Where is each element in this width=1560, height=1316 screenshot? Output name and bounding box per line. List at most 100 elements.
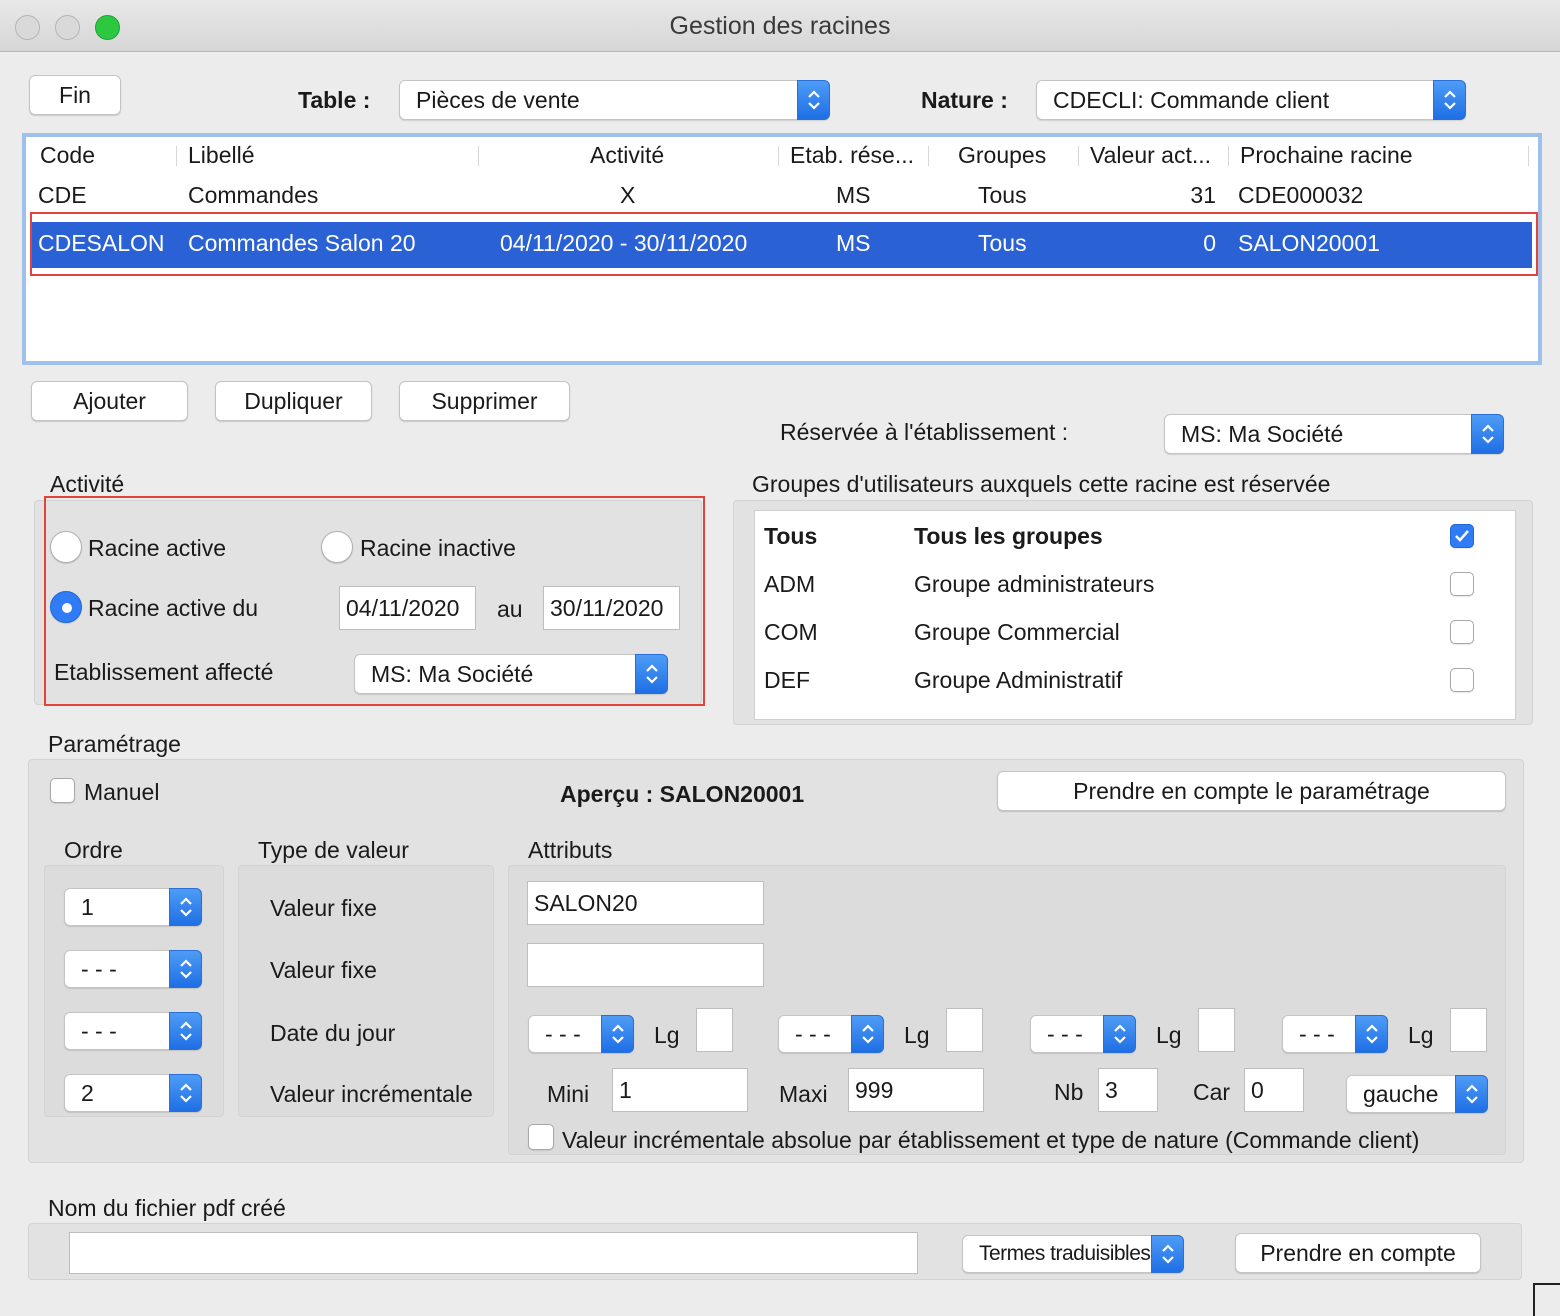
stepper-arrows-icon: [601, 1015, 634, 1053]
groupe-code: COM: [764, 619, 818, 645]
date-format-select-3[interactable]: - - -: [1030, 1015, 1136, 1053]
type-title: Type de valeur: [258, 837, 409, 863]
groupe-code: ADM: [764, 571, 816, 597]
prendre-parametrage-button[interactable]: Prendre en compte le paramétrage: [997, 771, 1506, 811]
nature-select[interactable]: CDECLI: Commande client: [1036, 80, 1466, 120]
date-format-value: - - -: [1047, 1020, 1083, 1047]
date-format-select-2[interactable]: - - -: [778, 1015, 884, 1053]
stepper-arrows-icon: [1103, 1015, 1136, 1053]
cell-etab: MS: [836, 182, 871, 208]
table-row[interactable]: CDE Commandes X MS Tous 31 CDE000032: [30, 176, 1532, 216]
stepper-arrows-icon: [1455, 1075, 1488, 1113]
groupe-checkbox-com[interactable]: [1450, 620, 1474, 644]
mini-field[interactable]: 1: [612, 1068, 748, 1112]
header-libelle[interactable]: Libellé: [188, 142, 255, 169]
ajouter-button[interactable]: Ajouter: [31, 381, 188, 421]
prendre-en-compte-button[interactable]: Prendre en compte: [1235, 1233, 1481, 1273]
attr-fixed-2-field[interactable]: [527, 943, 764, 987]
align-value: gauche: [1363, 1080, 1439, 1107]
maxi-label: Maxi: [779, 1081, 828, 1107]
stepper-arrows-icon: [1355, 1015, 1388, 1053]
highlight-box-activite: [44, 496, 705, 706]
stepper-arrows-icon: [1433, 80, 1466, 120]
reservee-select-value: MS: Ma Société: [1181, 420, 1344, 447]
stepper-arrows-icon: [1471, 414, 1504, 454]
mini-label: Mini: [547, 1081, 590, 1107]
cell-valeur: 31: [1190, 182, 1216, 208]
cell-activite: X: [620, 182, 636, 208]
groupe-checkbox-def[interactable]: [1450, 668, 1474, 692]
cell-groupes: Tous: [978, 182, 1027, 208]
nb-field[interactable]: 3: [1098, 1068, 1158, 1112]
pdf-title: Nom du fichier pdf créé: [48, 1195, 286, 1221]
lg-label: Lg: [654, 1022, 680, 1048]
apercu-label: Aperçu : SALON20001: [560, 781, 805, 807]
groupe-name: Groupe administrateurs: [914, 571, 1155, 597]
table-select[interactable]: Pièces de vente: [399, 80, 830, 120]
date-format-value: - - -: [545, 1020, 581, 1047]
cell-libelle: Commandes: [188, 182, 319, 208]
parametrage-title: Paramétrage: [48, 731, 181, 757]
checkmark-icon: [1455, 530, 1469, 542]
manuel-label: Manuel: [84, 779, 160, 805]
absolute-checkbox[interactable]: [528, 1124, 554, 1150]
ordre-select-1[interactable]: 1: [64, 888, 202, 926]
reservee-select[interactable]: MS: Ma Société: [1164, 414, 1504, 454]
groupe-code: Tous: [764, 523, 818, 549]
header-activite[interactable]: Activité: [590, 142, 664, 169]
supprimer-button[interactable]: Supprimer: [399, 381, 570, 421]
header-code[interactable]: Code: [40, 142, 95, 169]
stepper-arrows-icon: [169, 950, 202, 988]
maxi-field[interactable]: 999: [848, 1068, 984, 1112]
groupe-checkbox-tous[interactable]: [1450, 524, 1474, 548]
table-header: Code Libellé Activité Etab. rése... Grou…: [30, 140, 1530, 174]
date-format-value: - - -: [1299, 1020, 1335, 1047]
attr-fixed-1-field[interactable]: SALON20: [527, 881, 764, 925]
stepper-arrows-icon: [169, 1012, 202, 1050]
header-valeur[interactable]: Valeur act...: [1090, 142, 1211, 169]
stepper-arrows-icon: [169, 888, 202, 926]
pdf-filename-field[interactable]: [69, 1232, 918, 1274]
header-prochaine[interactable]: Prochaine racine: [1240, 142, 1413, 169]
car-label: Car: [1193, 1079, 1231, 1105]
date-format-select-1[interactable]: - - -: [528, 1015, 634, 1053]
nb-label: Nb: [1054, 1079, 1084, 1105]
header-etab[interactable]: Etab. rése...: [790, 142, 914, 169]
resize-grip-icon[interactable]: [1533, 1283, 1560, 1316]
stepper-arrows-icon: [169, 1074, 202, 1112]
ordre-select-3[interactable]: - - -: [64, 1012, 202, 1050]
groupe-name: Groupe Administratif: [914, 667, 1123, 693]
ordre-select-2[interactable]: - - -: [64, 950, 202, 988]
groupe-name: Groupe Commercial: [914, 619, 1120, 645]
groupe-code: DEF: [764, 667, 810, 693]
ordre-title: Ordre: [64, 837, 123, 863]
groupe-checkbox-adm[interactable]: [1450, 572, 1474, 596]
ordre-select-4[interactable]: 2: [64, 1074, 202, 1112]
lg-label: Lg: [1408, 1022, 1434, 1048]
type-value: Valeur fixe: [270, 957, 377, 983]
lg-field-4[interactable]: [1450, 1008, 1487, 1052]
termes-value: Termes traduisibles: [979, 1242, 1151, 1265]
ordre-value: 1: [81, 893, 94, 920]
groupes-list[interactable]: [754, 510, 1516, 720]
car-field[interactable]: 0: [1244, 1068, 1304, 1112]
header-groupes[interactable]: Groupes: [958, 142, 1046, 169]
attributs-title: Attributs: [528, 837, 613, 863]
dupliquer-button[interactable]: Dupliquer: [215, 381, 372, 421]
type-value: Valeur incrémentale: [270, 1081, 473, 1107]
lg-field-1[interactable]: [696, 1008, 733, 1052]
type-value: Date du jour: [270, 1020, 396, 1046]
fin-button[interactable]: Fin: [29, 75, 121, 115]
lg-label: Lg: [1156, 1022, 1182, 1048]
activite-title: Activité: [50, 471, 125, 497]
lg-field-3[interactable]: [1198, 1008, 1235, 1052]
table-select-value: Pièces de vente: [416, 86, 580, 113]
reservee-label: Réservée à l'établissement :: [780, 419, 1069, 445]
lg-field-2[interactable]: [946, 1008, 983, 1052]
align-select[interactable]: gauche: [1346, 1075, 1488, 1113]
date-format-select-4[interactable]: - - -: [1282, 1015, 1388, 1053]
termes-select[interactable]: Termes traduisibles: [962, 1235, 1184, 1273]
manuel-checkbox[interactable]: [50, 778, 75, 803]
cell-code: CDE: [38, 182, 87, 208]
stepper-arrows-icon: [851, 1015, 884, 1053]
